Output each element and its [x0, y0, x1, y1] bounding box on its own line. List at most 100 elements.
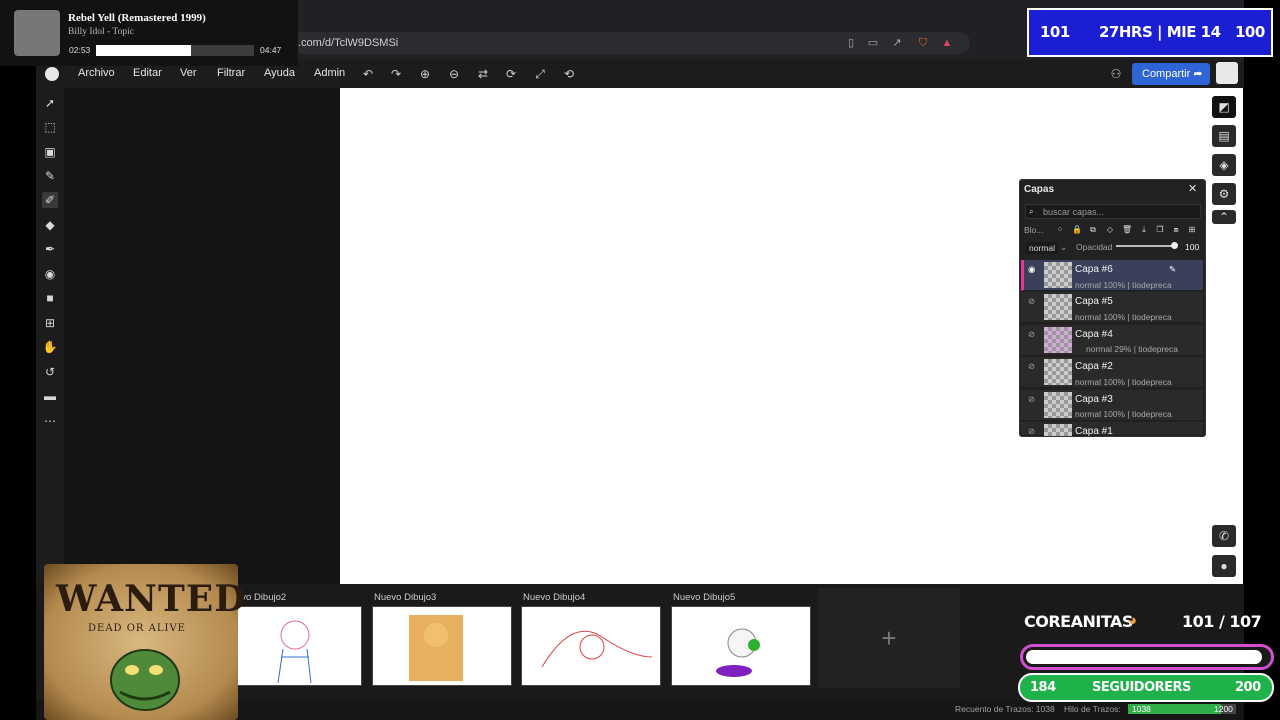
song-total: 04:47 — [260, 45, 282, 55]
hand-tool-icon[interactable]: ✋ — [42, 339, 58, 355]
settings-gear-icon[interactable]: ⚙ — [1212, 183, 1236, 205]
menu-archivo[interactable]: Archivo — [78, 67, 115, 79]
wanted-subtitle: DEAD OR ALIVE — [88, 623, 186, 634]
menu-admin[interactable]: Admin — [314, 67, 345, 79]
add-user-icon[interactable]: ⚇ — [1108, 66, 1124, 82]
blend-mode-select[interactable]: normal — [1026, 242, 1058, 254]
alpha-lock-icon[interactable]: ⁘ — [1055, 225, 1065, 235]
layer-name: Capa #2 — [1075, 361, 1113, 372]
transform-tool-icon[interactable]: ▣ — [42, 144, 58, 160]
eye-hidden-icon[interactable]: ⊘ — [1028, 394, 1035, 405]
layer-thumbnail — [1044, 262, 1072, 288]
group-icon[interactable]: ⧈ — [1171, 225, 1181, 235]
share-button[interactable]: Compartir ➦ — [1132, 63, 1210, 85]
opacity-value: 100 — [1185, 242, 1200, 252]
followers-label: COREANITAS — [1024, 612, 1133, 631]
search-icon: ⌕ — [1029, 206, 1034, 216]
drawing-card[interactable]: Nuevo Dibujo4 — [521, 592, 661, 688]
sketch-image — [541, 630, 653, 668]
close-icon[interactable]: ✕ — [1188, 182, 1197, 195]
zoom-in-icon[interactable]: ⊕ — [417, 66, 433, 82]
sketch-image — [716, 628, 760, 677]
more-tools-icon[interactable]: ⋯ — [42, 413, 58, 429]
flip-icon[interactable]: ⇄ — [475, 66, 491, 82]
eye-hidden-icon[interactable]: ⊘ — [1028, 361, 1035, 372]
screen: .com/d/TclW9DSMSi ▯ ▭ ↗ ⛉ ▲ Archivo Edit… — [0, 0, 1280, 720]
layer-thumbnail — [1044, 392, 1072, 418]
block-label: Blo... — [1024, 225, 1044, 235]
lock-icon[interactable]: 🔒 — [1072, 225, 1082, 235]
layers-title: Capas — [1024, 184, 1055, 195]
smudge-tool-icon[interactable]: ✒ — [42, 241, 58, 257]
app-logo-icon[interactable] — [45, 67, 59, 81]
opacity-label: Opacidad — [1076, 242, 1113, 252]
song-progress-fill — [96, 45, 191, 56]
eraser-tool-icon[interactable]: ◆ — [42, 217, 58, 233]
brush-tool-icon[interactable]: ✐ — [42, 192, 58, 208]
eye-hidden-icon[interactable]: ⊘ — [1028, 329, 1035, 340]
clipboard-icon[interactable]: ▯ — [844, 36, 858, 50]
comment-tool-icon[interactable]: ▬ — [42, 388, 58, 404]
song-elapsed: 02:53 — [69, 45, 91, 55]
counter-left: 101 — [1040, 23, 1070, 41]
chat-icon[interactable]: ● — [1212, 555, 1236, 577]
goal-right: 200 — [1235, 680, 1261, 695]
add-drawing-button[interactable]: + — [818, 588, 960, 688]
add-layer-icon[interactable]: ⊞ — [1187, 225, 1197, 235]
reset-view-icon[interactable]: ⟲ — [561, 66, 577, 82]
delete-icon[interactable]: 🗑 — [1122, 225, 1132, 235]
eye-hidden-icon[interactable]: ⊘ — [1028, 296, 1035, 307]
cast-icon[interactable]: ▭ — [866, 36, 880, 50]
color-swatch-icon[interactable]: ◩ — [1212, 96, 1236, 118]
layer-meta: normal 100% | tiodepreca — [1075, 312, 1172, 322]
brave-shield-icon[interactable]: ⛉ — [916, 36, 930, 50]
menu-editar[interactable]: Editar — [133, 67, 162, 79]
drawing-card[interactable]: Nuevo Dibujo5 — [671, 592, 811, 688]
opacity-slider[interactable] — [1116, 245, 1176, 247]
menu-ver[interactable]: Ver — [180, 67, 197, 79]
avatar[interactable] — [1216, 62, 1238, 84]
history-tool-icon[interactable]: ↺ — [42, 364, 58, 380]
followers-count: 101 / 107 — [1182, 612, 1262, 631]
eye-icon[interactable]: ◉ — [1028, 264, 1035, 275]
copy-layer-icon[interactable]: ❐ — [1155, 225, 1165, 235]
fullscreen-icon[interactable]: ⤢ — [532, 66, 548, 82]
merge-down-icon[interactable]: ⤓ — [1139, 225, 1149, 235]
layer-name: Capa #4 — [1075, 329, 1113, 340]
layer-search-placeholder: buscar capas... — [1043, 207, 1105, 217]
menu-ayuda[interactable]: Ayuda — [264, 67, 295, 79]
menu-filtrar[interactable]: Filtrar — [217, 67, 245, 79]
counter-center: 27HRS | MIE 14 — [1099, 23, 1221, 41]
rewards-icon[interactable]: ▲ — [940, 36, 954, 50]
add-tool-icon[interactable]: ⊞ — [42, 315, 58, 331]
eye-hidden-icon[interactable]: ⊘ — [1028, 426, 1035, 437]
layer-thumbnail — [1044, 327, 1072, 353]
undo-icon[interactable]: ↶ — [360, 66, 376, 82]
notes-icon[interactable]: ▤ — [1212, 125, 1236, 147]
eyedropper-tool-icon[interactable]: ✎ — [42, 168, 58, 184]
url-text[interactable]: .com/d/TclW9DSMSi — [298, 37, 398, 49]
collapse-chevron-icon[interactable]: ⌃ — [1212, 210, 1236, 224]
layer-name: Capa #3 — [1075, 394, 1113, 405]
workspace-background — [64, 88, 340, 584]
rotate-icon[interactable]: ⟳ — [503, 66, 519, 82]
call-icon[interactable]: ✆ — [1212, 525, 1236, 547]
opacity-slider-handle[interactable] — [1171, 242, 1178, 249]
shape-tool-icon[interactable]: ■ — [42, 290, 58, 306]
select-tool-icon[interactable]: ⬚ — [42, 119, 58, 135]
stroke-progress-max: 1200 — [1214, 704, 1233, 714]
duplicate-icon[interactable]: ⧉ — [1088, 225, 1098, 235]
zoom-out-icon[interactable]: ⊖ — [446, 66, 462, 82]
drawing-card[interactable]: Nuevo Dibujo3 — [372, 592, 512, 688]
layers-icon[interactable]: ◈ — [1212, 154, 1236, 176]
chevron-down-icon: ⌄ — [1060, 242, 1068, 252]
drawing-thumbnail — [372, 606, 512, 686]
layer-thumbnail — [1044, 294, 1072, 320]
fill-tool-icon[interactable]: ◉ — [42, 266, 58, 282]
redo-icon[interactable]: ↷ — [388, 66, 404, 82]
song-title: Rebel Yell (Remastered 1999) — [68, 12, 206, 24]
clear-icon[interactable]: ◇ — [1105, 225, 1115, 235]
share-page-icon[interactable]: ↗ — [890, 36, 904, 50]
drawing-title: Nuevo Dibujo4 — [523, 592, 586, 603]
move-tool-icon[interactable]: ➚ — [42, 95, 58, 111]
